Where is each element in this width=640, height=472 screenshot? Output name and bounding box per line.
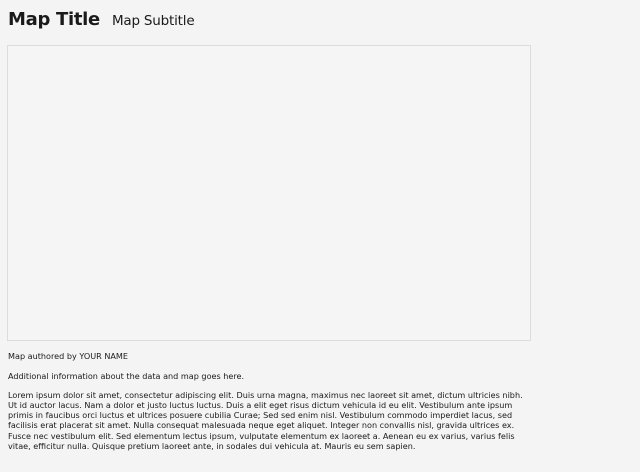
map-subtitle: Map Subtitle <box>111 13 195 29</box>
map-title: Map Title <box>8 9 100 30</box>
author-credit: Map authored by YOUR NAME <box>8 351 129 361</box>
map-footer: Map authored by YOUR NAME Additional inf… <box>8 351 534 451</box>
page-header: Map Title Map Subtitle <box>8 9 195 30</box>
additional-info: Additional information about the data an… <box>8 371 245 382</box>
description-text: Lorem ipsum dolor sit amet, consectetur … <box>8 389 523 452</box>
map-container[interactable] <box>7 45 531 341</box>
